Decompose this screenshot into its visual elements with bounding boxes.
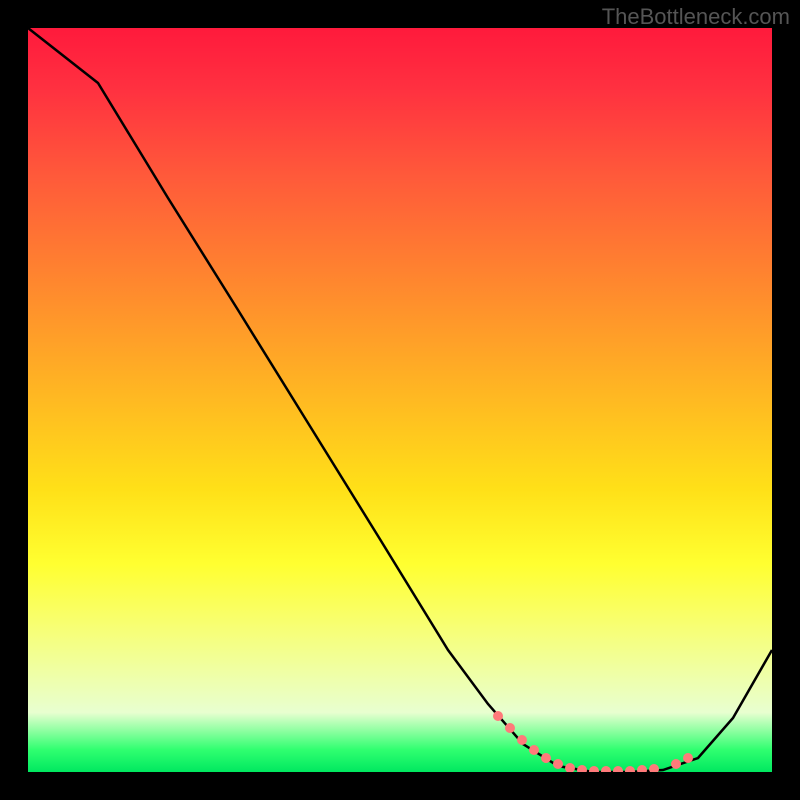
chart-container: TheBottleneck.com <box>0 0 800 800</box>
bottleneck-curve <box>28 28 772 772</box>
value-line <box>28 28 772 772</box>
watermark-text: TheBottleneck.com <box>602 4 790 30</box>
plot-area <box>28 28 772 772</box>
valley-markers <box>493 711 693 772</box>
